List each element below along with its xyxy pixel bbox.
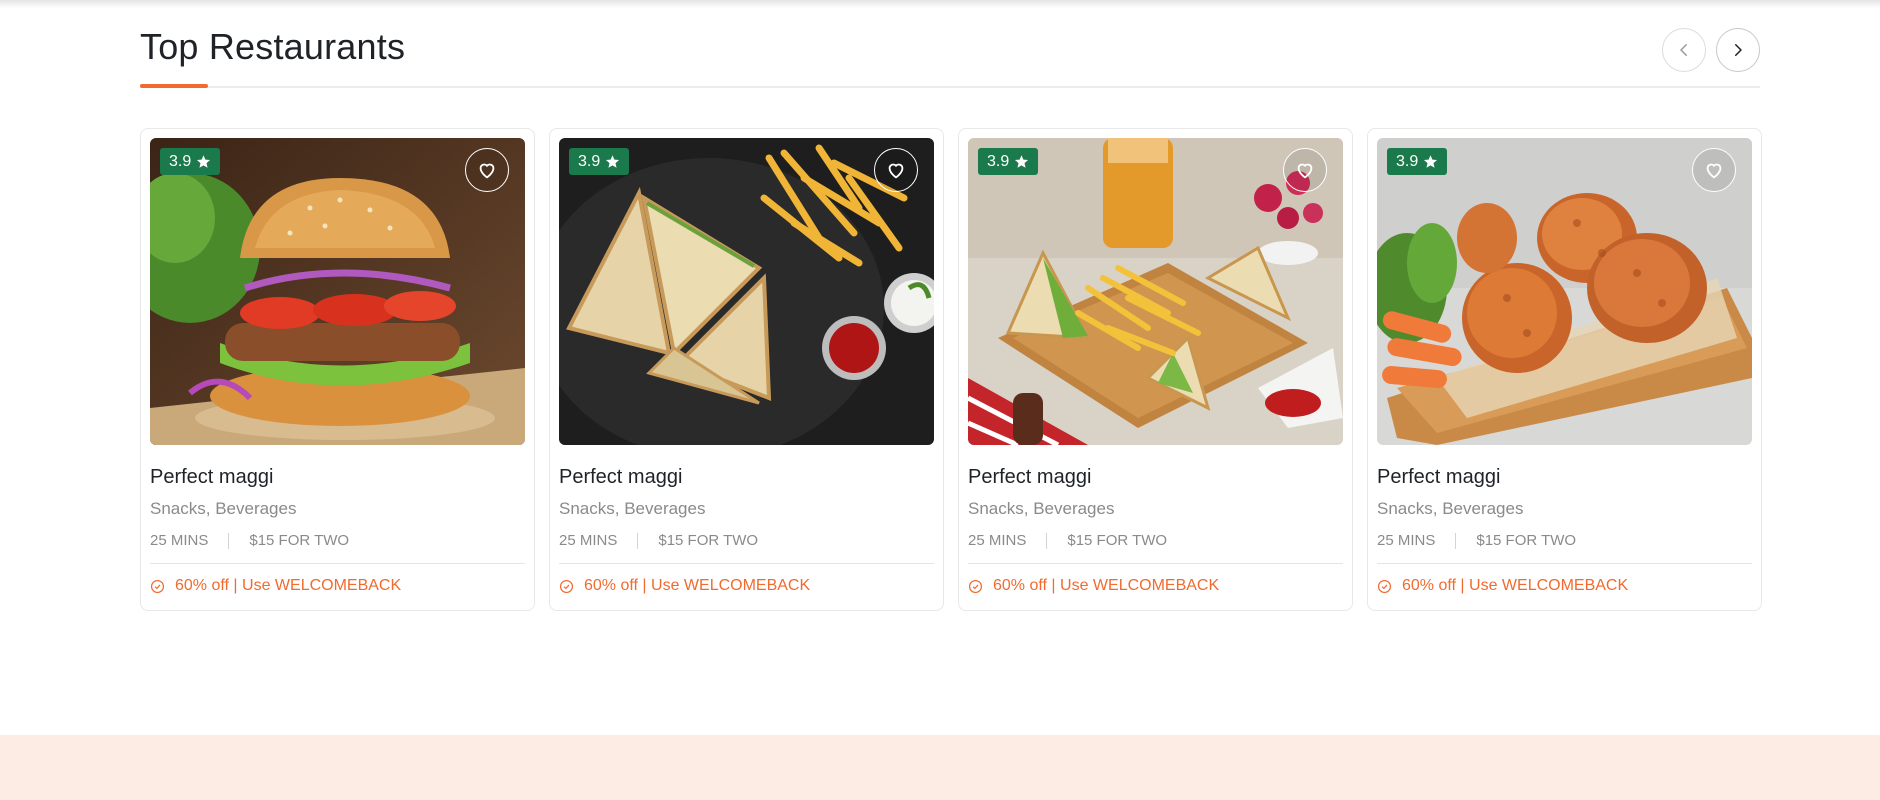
chevron-left-icon xyxy=(1680,44,1687,56)
rating-value: 3.9 xyxy=(169,152,192,170)
delivery-time: 25 MINS xyxy=(1377,532,1436,549)
meta-divider xyxy=(1455,532,1457,549)
title-accent-underline xyxy=(140,84,208,88)
restaurant-image-fried-chicken[interactable]: 3.9 xyxy=(1377,138,1752,445)
top-restaurants-section: Top Restaurants 3.9 Perfect maggi Snacks… xyxy=(140,0,1762,611)
card-divider xyxy=(150,563,525,564)
restaurant-meta: 25 MINS $15 FOR TWO xyxy=(1377,532,1752,549)
favorite-button[interactable] xyxy=(465,148,509,192)
chevron-right-icon xyxy=(1735,44,1742,56)
price-for-two: $15 FOR TWO xyxy=(1067,532,1168,549)
rating-badge: 3.9 xyxy=(569,148,630,175)
section-header: Top Restaurants xyxy=(140,0,1760,88)
heart-icon xyxy=(479,163,495,179)
favorite-button[interactable] xyxy=(1692,148,1736,192)
meta-divider xyxy=(228,532,230,549)
restaurant-name[interactable]: Perfect maggi xyxy=(1377,466,1752,489)
offer-line: 60% off | Use WELCOMEBACK xyxy=(968,577,1343,595)
rating-badge: 3.9 xyxy=(1387,148,1448,175)
restaurant-cuisine: Snacks, Beverages xyxy=(559,499,706,518)
offer-check-icon xyxy=(150,579,165,593)
club-sandwich-board-photo xyxy=(968,138,1343,445)
heart-icon xyxy=(888,163,904,179)
offer-text: 60% off | Use WELCOMEBACK xyxy=(1402,577,1629,594)
rating-value: 3.9 xyxy=(987,152,1010,170)
restaurant-card[interactable]: 3.9 Perfect maggi Snacks, Beverages 25 M… xyxy=(549,128,944,611)
star-icon xyxy=(197,155,211,168)
rating-value: 3.9 xyxy=(1396,152,1419,170)
restaurant-card[interactable]: 3.9 Perfect maggi Snacks, Beverages 25 M… xyxy=(958,128,1353,611)
favorite-button[interactable] xyxy=(1283,148,1327,192)
offer-check-icon xyxy=(559,579,574,593)
restaurant-meta: 25 MINS $15 FOR TWO xyxy=(968,532,1343,549)
price-for-two: $15 FOR TWO xyxy=(658,532,759,549)
offer-text: 60% off | Use WELCOMEBACK xyxy=(584,577,811,594)
rating-badge: 3.9 xyxy=(160,148,221,175)
price-for-two: $15 FOR TWO xyxy=(1476,532,1577,549)
restaurant-meta: 25 MINS $15 FOR TWO xyxy=(150,532,525,549)
favorite-button[interactable] xyxy=(874,148,918,192)
offer-line: 60% off | Use WELCOMEBACK xyxy=(150,577,525,595)
sandwich-fries-photo xyxy=(559,138,934,445)
offer-line: 60% off | Use WELCOMEBACK xyxy=(1377,577,1752,595)
restaurant-name[interactable]: Perfect maggi xyxy=(968,466,1343,489)
heart-icon xyxy=(1706,163,1722,179)
restaurant-cuisine: Snacks, Beverages xyxy=(968,499,1115,518)
restaurant-card-list: 3.9 Perfect maggi Snacks, Beverages 25 M… xyxy=(140,128,1762,611)
restaurant-name[interactable]: Perfect maggi xyxy=(150,466,525,489)
carousel-prev-button[interactable] xyxy=(1662,28,1706,72)
restaurant-image-club-sandwich[interactable]: 3.9 xyxy=(968,138,1343,445)
star-icon xyxy=(1424,155,1438,168)
offer-line: 60% off | Use WELCOMEBACK xyxy=(559,577,934,595)
offer-check-icon xyxy=(968,579,983,593)
delivery-time: 25 MINS xyxy=(968,532,1027,549)
delivery-time: 25 MINS xyxy=(559,532,618,549)
star-icon xyxy=(1015,155,1029,168)
offer-check-icon xyxy=(1377,579,1392,593)
offer-text: 60% off | Use WELCOMEBACK xyxy=(993,577,1220,594)
offer-text: 60% off | Use WELCOMEBACK xyxy=(175,577,402,594)
card-divider xyxy=(1377,563,1752,564)
burger-photo xyxy=(150,138,525,445)
section-title: Top Restaurants xyxy=(140,26,406,67)
card-divider xyxy=(968,563,1343,564)
card-divider xyxy=(559,563,934,564)
star-icon xyxy=(606,155,620,168)
footer-band xyxy=(0,735,1880,800)
carousel-next-button[interactable] xyxy=(1716,28,1760,72)
meta-divider xyxy=(637,532,639,549)
restaurant-name[interactable]: Perfect maggi xyxy=(559,466,934,489)
meta-divider xyxy=(1046,532,1048,549)
delivery-time: 25 MINS xyxy=(150,532,209,549)
heart-icon xyxy=(1297,163,1313,179)
fried-chicken-photo xyxy=(1377,138,1752,445)
restaurant-meta: 25 MINS $15 FOR TWO xyxy=(559,532,934,549)
restaurant-card[interactable]: 3.9 Perfect maggi Snacks, Beverages 25 M… xyxy=(140,128,535,611)
restaurant-cuisine: Snacks, Beverages xyxy=(1377,499,1524,518)
restaurant-card[interactable]: 3.9 Perfect maggi Snacks, Beverages 25 M… xyxy=(1367,128,1762,611)
rating-badge: 3.9 xyxy=(978,148,1039,175)
restaurant-image-sandwich[interactable]: 3.9 xyxy=(559,138,934,445)
rating-value: 3.9 xyxy=(578,152,601,170)
restaurant-image-burger[interactable]: 3.9 xyxy=(150,138,525,445)
price-for-two: $15 FOR TWO xyxy=(249,532,350,549)
restaurant-cuisine: Snacks, Beverages xyxy=(150,499,297,518)
